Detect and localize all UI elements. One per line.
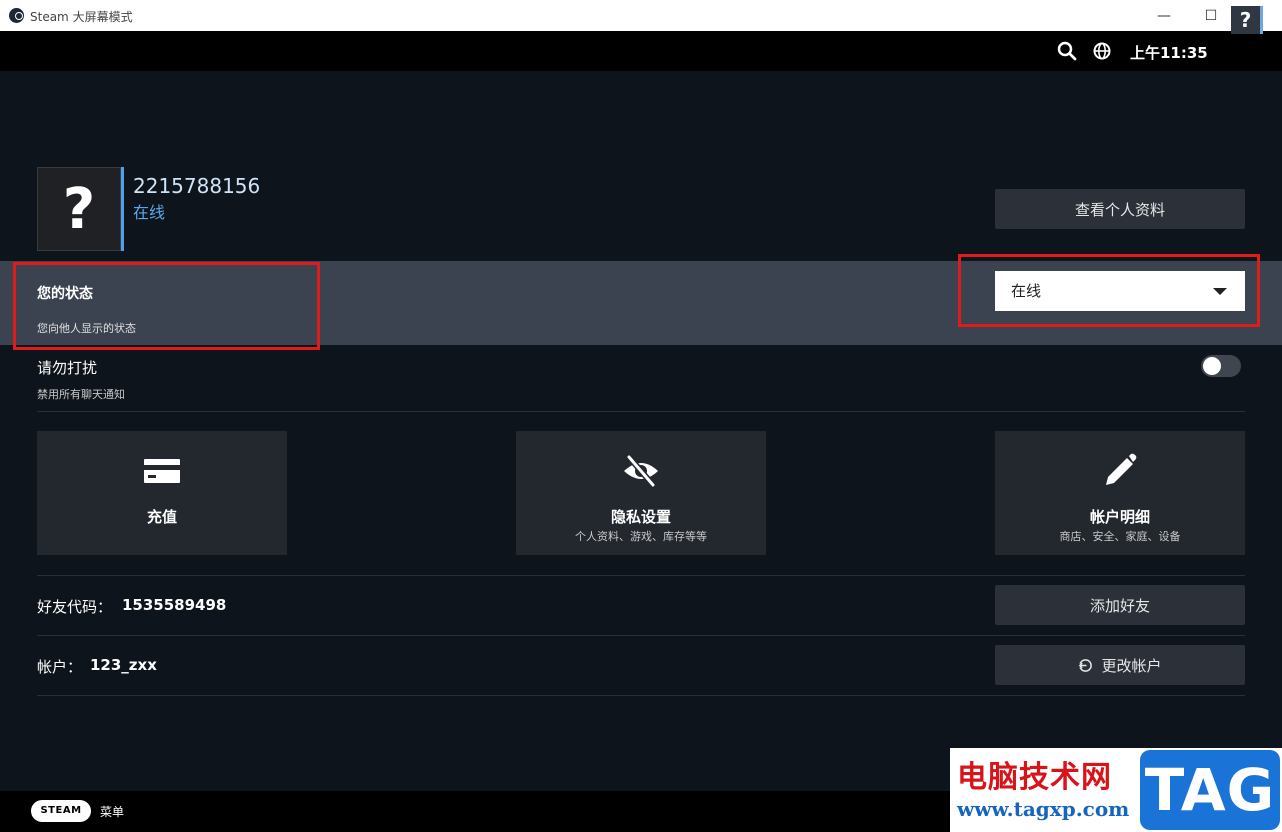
- steam-logo-icon: [9, 8, 24, 23]
- avatar[interactable]: ?: [37, 167, 121, 251]
- highlight-box-status-dropdown: [958, 254, 1260, 327]
- swap-account-icon: [1078, 658, 1093, 672]
- user-status: 在线: [133, 203, 166, 222]
- friend-code-value: 1535589498: [122, 596, 227, 614]
- highlight-box-status-label: [13, 262, 320, 350]
- help-button[interactable]: ?: [1231, 6, 1263, 34]
- globe-icon[interactable]: [1091, 40, 1113, 62]
- tile-privacy-settings[interactable]: 隐私设置 个人资料、游戏、库存等等: [516, 431, 766, 555]
- tile-sublabel: 个人资料、游戏、库存等等: [575, 530, 707, 543]
- watermark-site-name: 电脑技术网: [957, 760, 1112, 795]
- add-friend-button[interactable]: 添加好友: [995, 585, 1245, 625]
- window-titlebar: Steam 大屏幕模式 — ☐ ✕: [0, 0, 1282, 31]
- toggle-knob: [1203, 357, 1221, 375]
- menu-label: 菜单: [100, 805, 125, 819]
- username: 2215788156: [133, 174, 261, 198]
- dnd-toggle[interactable]: [1201, 355, 1241, 377]
- top-bar: 上午11:35: [0, 31, 1282, 71]
- clock: 上午11:35: [1130, 44, 1208, 62]
- friend-code-label: 好友代码：: [37, 598, 113, 616]
- eye-off-icon: [624, 455, 658, 487]
- minimize-button[interactable]: —: [1141, 0, 1187, 31]
- view-profile-button[interactable]: 查看个人资料: [995, 189, 1245, 229]
- tile-sublabel: 商店、安全、家庭、设备: [1059, 530, 1181, 543]
- change-account-label: 更改帐户: [1101, 656, 1162, 675]
- pencil-icon: [1106, 453, 1137, 485]
- divider: [37, 575, 1245, 576]
- window-title: Steam 大屏幕模式: [30, 10, 133, 24]
- tile-label: 充值: [146, 508, 177, 526]
- account-value: 123_zxx: [90, 656, 157, 674]
- change-account-button[interactable]: 更改帐户: [995, 645, 1245, 685]
- tile-label: 帐户明细: [1089, 508, 1150, 526]
- watermark-url: www.tagxp.com: [957, 797, 1130, 821]
- account-label: 帐户：: [37, 658, 83, 676]
- search-icon[interactable]: [1056, 40, 1078, 62]
- maximize-button[interactable]: ☐: [1188, 0, 1234, 31]
- divider: [37, 635, 1245, 636]
- dnd-subtitle: 禁用所有聊天通知: [37, 388, 125, 401]
- divider: [37, 695, 1245, 696]
- steam-menu-button[interactable]: STEAM: [31, 800, 91, 822]
- tile-recharge[interactable]: 充值: [37, 431, 287, 555]
- dnd-title: 请勿打扰: [37, 359, 98, 377]
- online-indicator-bar: [121, 167, 124, 251]
- card-icon: [144, 459, 180, 483]
- tile-account-details[interactable]: 帐户明细 商店、安全、家庭、设备: [995, 431, 1245, 555]
- divider: [37, 411, 1245, 412]
- tile-label: 隐私设置: [610, 508, 671, 526]
- watermark-tag-logo: TAG: [1140, 750, 1280, 830]
